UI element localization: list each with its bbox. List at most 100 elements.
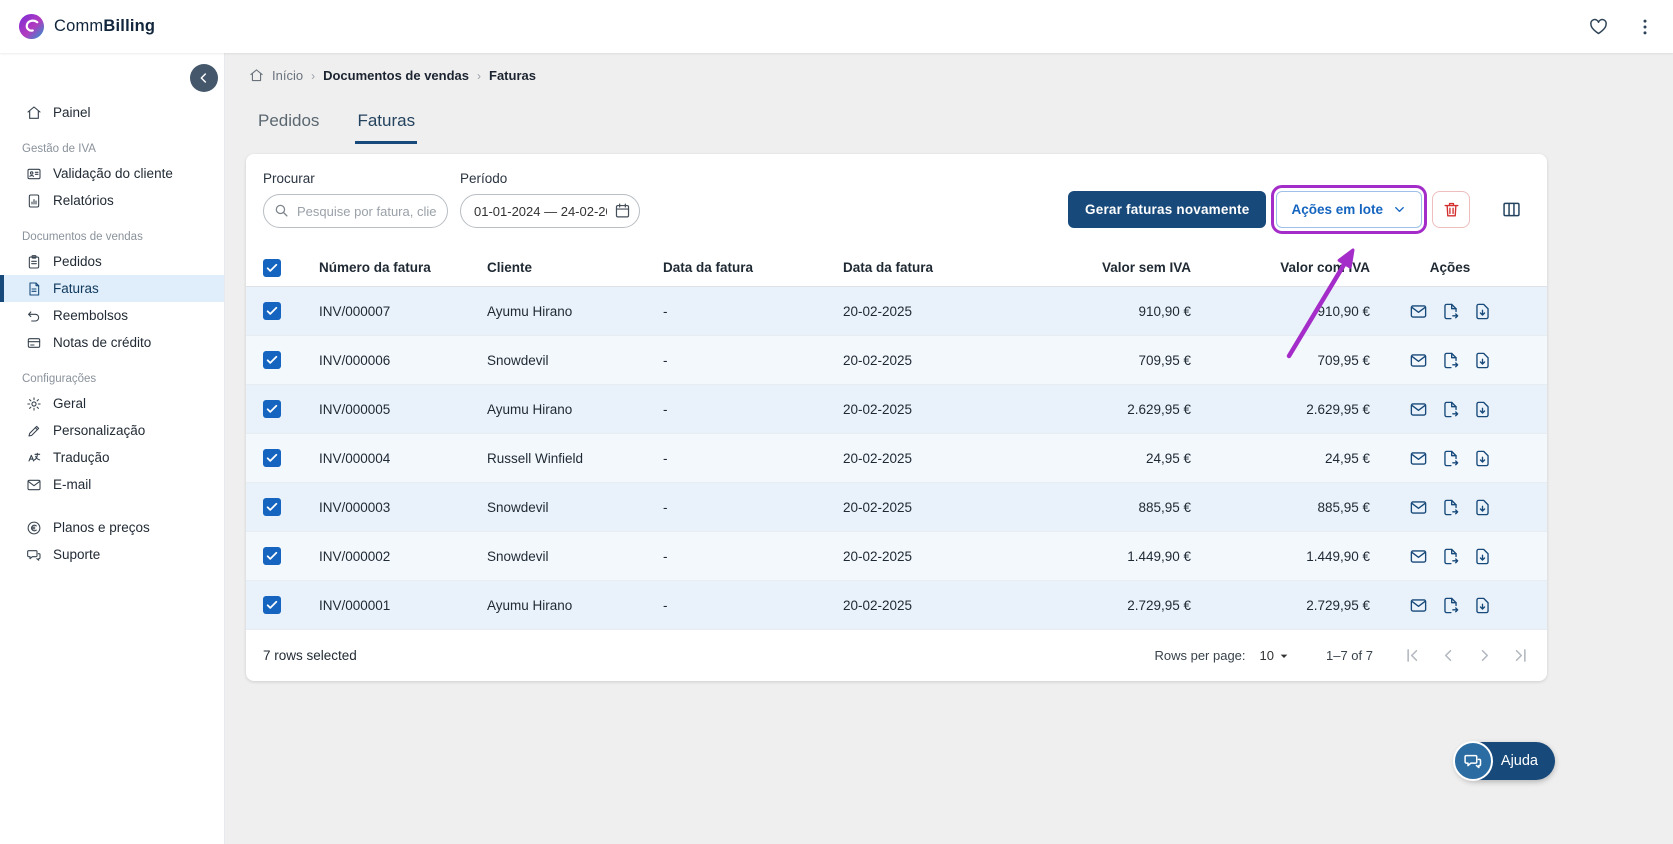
- header-invoice-number[interactable]: Número da fatura: [319, 260, 487, 275]
- client-cell: Russell Winfield: [487, 450, 584, 466]
- trash-icon: [1442, 200, 1461, 219]
- send-email-icon[interactable]: [1409, 596, 1428, 615]
- favorites-heart-icon[interactable]: [1588, 16, 1609, 37]
- send-email-icon[interactable]: [1409, 302, 1428, 321]
- filters-bar: Procurar Período Gerar fatu: [246, 171, 1547, 234]
- export-file-icon[interactable]: [1441, 449, 1460, 468]
- period-input[interactable]: [460, 194, 640, 228]
- row-checkbox[interactable]: [263, 400, 281, 418]
- send-email-icon[interactable]: [1409, 351, 1428, 370]
- tabs: Pedidos Faturas: [225, 105, 1673, 144]
- sidebar-item-validacao[interactable]: Validação do cliente: [0, 160, 224, 187]
- tab-pedidos[interactable]: Pedidos: [256, 105, 321, 144]
- batch-actions-button[interactable]: Ações em lote: [1276, 191, 1422, 228]
- header-actions: Ações: [1429, 260, 1471, 275]
- sidebar-item-label: E-mail: [53, 477, 92, 492]
- sidebar-item-painel[interactable]: Painel: [0, 99, 224, 126]
- last-page-icon[interactable]: [1511, 646, 1530, 665]
- gross-amount-cell: 910,90 €: [1317, 303, 1370, 319]
- net-amount-cell: 910,90 €: [1138, 303, 1191, 319]
- row-actions: [1370, 351, 1530, 370]
- sidebar-item-geral[interactable]: Geral: [0, 390, 224, 417]
- row-checkbox[interactable]: [263, 351, 281, 369]
- download-file-icon[interactable]: [1473, 498, 1492, 517]
- header-client[interactable]: Cliente: [487, 260, 663, 275]
- net-amount-cell: 2.629,95 €: [1127, 401, 1191, 417]
- tab-faturas[interactable]: Faturas: [355, 105, 418, 144]
- sidebar-item-relatorios[interactable]: Relatórios: [0, 187, 224, 214]
- invoice-date-cell: -: [663, 352, 668, 368]
- delete-selected-button[interactable]: [1432, 191, 1470, 228]
- invoices-card: Procurar Período Gerar fatu: [246, 154, 1547, 681]
- table-row[interactable]: INV/000001 Ayumu Hirano - 20-02-2025 2.7…: [246, 581, 1547, 630]
- row-checkbox[interactable]: [263, 449, 281, 467]
- header-net-amount[interactable]: Valor sem IVA: [1003, 260, 1191, 275]
- regenerate-invoices-button[interactable]: Gerar faturas novamente: [1068, 191, 1267, 228]
- sidebar-item-pedidos[interactable]: Pedidos: [0, 248, 224, 275]
- first-page-icon[interactable]: [1403, 646, 1422, 665]
- sidebar-collapse-button[interactable]: [190, 64, 218, 92]
- help-button[interactable]: Ajuda: [1452, 741, 1555, 781]
- brand[interactable]: CommBilling: [18, 13, 155, 40]
- table-row[interactable]: INV/000004 Russell Winfield - 20-02-2025…: [246, 434, 1547, 483]
- row-checkbox[interactable]: [263, 302, 281, 320]
- select-all-checkbox[interactable]: [263, 258, 281, 277]
- send-email-icon[interactable]: [1409, 449, 1428, 468]
- sidebar-item-email[interactable]: E-mail: [0, 471, 224, 498]
- previous-page-icon[interactable]: [1439, 646, 1458, 665]
- header-gross-amount[interactable]: Valor com IVA: [1191, 260, 1370, 275]
- download-file-icon[interactable]: [1473, 302, 1492, 321]
- search-input[interactable]: [263, 194, 448, 228]
- download-file-icon[interactable]: [1473, 449, 1492, 468]
- table-row[interactable]: INV/000002 Snowdevil - 20-02-2025 1.449,…: [246, 532, 1547, 581]
- header-invoice-date[interactable]: Data da fatura: [663, 260, 843, 275]
- gross-amount-cell: 24,95 €: [1324, 450, 1370, 466]
- gross-amount-cell: 2.629,95 €: [1306, 401, 1370, 417]
- sidebar-item-suporte[interactable]: Suporte: [0, 541, 224, 568]
- sidebar-item-personalizacao[interactable]: Personalização: [0, 417, 224, 444]
- next-page-icon[interactable]: [1475, 646, 1494, 665]
- sidebar-item-notas-credito[interactable]: Notas de crédito: [0, 329, 224, 356]
- rows-per-page-select[interactable]: 10: [1260, 648, 1292, 664]
- table-row[interactable]: INV/000006 Snowdevil - 20-02-2025 709,95…: [246, 336, 1547, 385]
- breadcrumb-home-icon[interactable]: [249, 68, 264, 83]
- sidebar-item-faturas[interactable]: Faturas: [0, 275, 224, 302]
- row-checkbox[interactable]: [263, 596, 281, 614]
- download-file-icon[interactable]: [1473, 596, 1492, 615]
- row-checkbox[interactable]: [263, 547, 281, 565]
- chevron-left-icon: [196, 70, 212, 86]
- table-row[interactable]: INV/000005 Ayumu Hirano - 20-02-2025 2.6…: [246, 385, 1547, 434]
- download-file-icon[interactable]: [1473, 547, 1492, 566]
- breadcrumb-documentos[interactable]: Documentos de vendas: [323, 68, 469, 83]
- export-file-icon[interactable]: [1441, 400, 1460, 419]
- row-checkbox[interactable]: [263, 498, 281, 516]
- export-file-icon[interactable]: [1441, 596, 1460, 615]
- kebab-menu-icon[interactable]: [1635, 17, 1655, 37]
- send-email-icon[interactable]: [1409, 400, 1428, 419]
- breadcrumb-inicio[interactable]: Início: [272, 68, 303, 83]
- row-actions: [1370, 449, 1530, 468]
- calendar-icon[interactable]: [614, 202, 631, 219]
- invoice-number-cell: INV/000003: [319, 499, 391, 515]
- send-email-icon[interactable]: [1409, 547, 1428, 566]
- export-file-icon[interactable]: [1441, 302, 1460, 321]
- download-file-icon[interactable]: [1473, 351, 1492, 370]
- invoice-date-cell: -: [663, 597, 668, 613]
- clipboard-icon: [26, 254, 42, 270]
- table-row[interactable]: INV/000003 Snowdevil - 20-02-2025 885,95…: [246, 483, 1547, 532]
- export-file-icon[interactable]: [1441, 351, 1460, 370]
- export-file-icon[interactable]: [1441, 547, 1460, 566]
- header-due-date[interactable]: Data da fatura: [843, 260, 1003, 275]
- sidebar-item-traducao[interactable]: Tradução: [0, 444, 224, 471]
- send-email-icon[interactable]: [1409, 498, 1428, 517]
- sidebar-item-planos[interactable]: Planos e preços: [0, 514, 224, 541]
- breadcrumb: Início › Documentos de vendas › Faturas: [225, 53, 1673, 83]
- sidebar-group-label: Documentos de vendas: [22, 231, 143, 243]
- invoice-date-cell: -: [663, 450, 668, 466]
- export-file-icon[interactable]: [1441, 498, 1460, 517]
- download-file-icon[interactable]: [1473, 400, 1492, 419]
- topbar: CommBilling: [0, 0, 1673, 53]
- table-row[interactable]: INV/000007 Ayumu Hirano - 20-02-2025 910…: [246, 287, 1547, 336]
- sidebar-item-reembolsos[interactable]: Reembolsos: [0, 302, 224, 329]
- column-settings-button[interactable]: [1492, 191, 1530, 228]
